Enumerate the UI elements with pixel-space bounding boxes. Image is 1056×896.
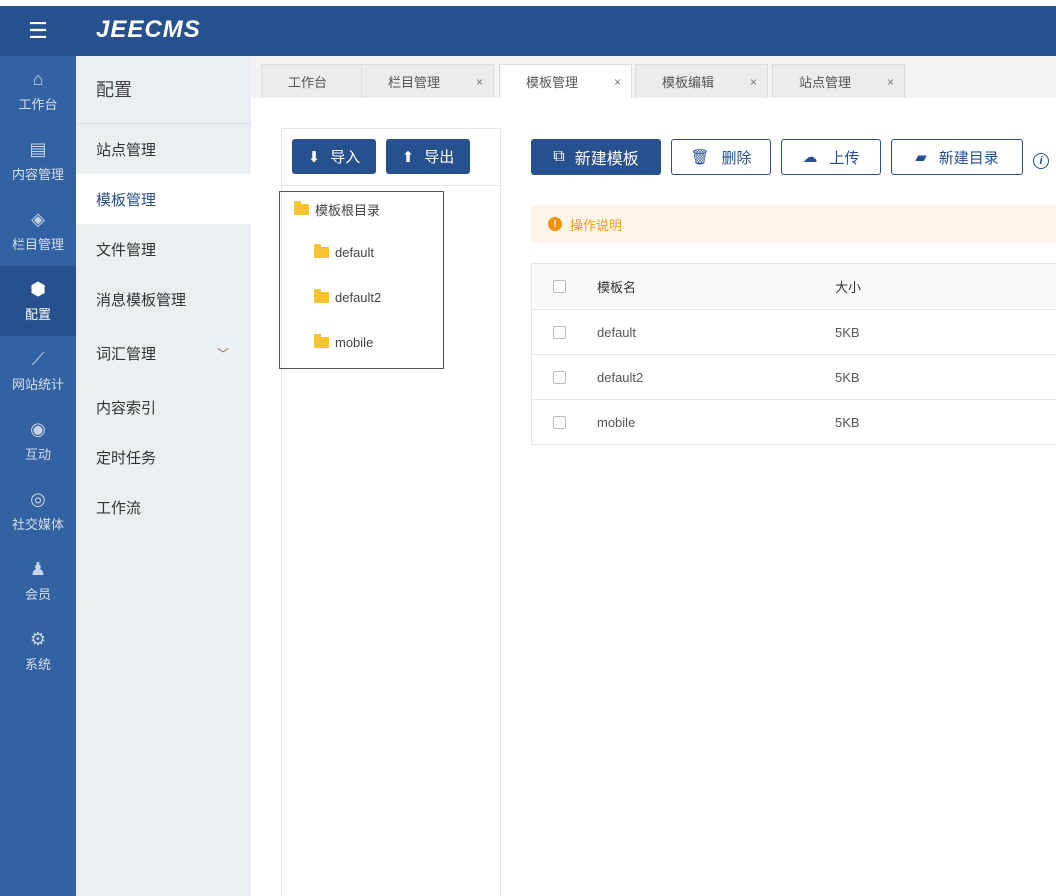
new-directory-button[interactable]: ▰ 新建目录 — [891, 139, 1023, 175]
chevron-down-icon: ﹀ — [216, 346, 229, 361]
select-all-checkbox[interactable] — [553, 280, 566, 293]
folder-icon — [314, 244, 329, 258]
tab[interactable]: 模板编辑 × — [635, 64, 768, 98]
submenu-item[interactable]: 工作流 — [76, 482, 251, 532]
trash-icon: 🗑 — [690, 149, 710, 166]
tree-node-root[interactable]: 模板根目录 — [294, 200, 380, 219]
tree-node[interactable]: default — [314, 244, 374, 260]
sidebar-item[interactable]: ♟ 会员 — [0, 546, 76, 616]
tree-node[interactable]: mobile — [314, 334, 373, 350]
submenu-item[interactable]: 词汇管理 ﹀ — [76, 324, 251, 382]
sidebar-icon: ⬢ — [30, 279, 46, 299]
submenu-item[interactable]: 定时任务 — [76, 432, 251, 482]
tab[interactable]: 站点管理 × — [772, 64, 905, 98]
tab[interactable]: 栏目管理 × — [361, 64, 494, 98]
sidebar-icon: ◉ — [30, 419, 46, 439]
export-button[interactable]: ⬆ 导出 — [386, 139, 470, 174]
operation-notice[interactable]: ! 操作说明 — [531, 205, 1056, 243]
table-row[interactable]: default2 5KB — [532, 354, 1056, 399]
import-icon: ⬇ — [307, 148, 321, 166]
row-checkbox[interactable] — [553, 370, 566, 384]
logo: JEECMS — [96, 16, 201, 43]
table-row[interactable]: default 5KB — [532, 309, 1056, 354]
delete-button[interactable]: 🗑 删除 — [671, 139, 771, 175]
import-button[interactable]: ⬇ 导入 — [292, 139, 376, 174]
sidebar-icon: ⚙ — [29, 629, 47, 649]
submenu-item[interactable]: 站点管理 — [76, 124, 251, 174]
submenu-title: 配置 — [76, 56, 251, 124]
folder-icon — [294, 201, 309, 215]
sidebar-icon: ♟ — [29, 559, 47, 579]
close-icon[interactable]: × — [887, 75, 894, 89]
submenu-item[interactable]: 文件管理 — [76, 224, 251, 274]
export-icon: ⬆ — [401, 148, 415, 166]
sidebar-icon: ◎ — [30, 489, 46, 509]
new-template-button[interactable]: ⧉ 新建模板 — [531, 139, 661, 175]
sidebar-icon: ◈ — [31, 209, 45, 229]
add-copy-icon: ⧉ — [553, 148, 565, 165]
tree-node[interactable]: default2 — [314, 289, 381, 305]
table-row[interactable]: mobile 5KB — [532, 399, 1056, 444]
upload-button[interactable]: ☁ 上传 — [781, 139, 881, 175]
sidebar-icon: ▤ — [29, 139, 47, 159]
table-header: 模板名 大小 — [532, 264, 1056, 309]
info-icon[interactable]: i — [1033, 153, 1049, 169]
submenu: 配置 站点管理 模板管理 文件管理 消息模板管理 词汇管理 ﹀ 内容索引 定时任务 工作流 — [76, 56, 251, 896]
tab[interactable]: 模板管理 × — [499, 64, 632, 98]
hamburger-icon[interactable]: ☰ — [0, 6, 76, 56]
sidebar-item[interactable]: ◉ 互动 — [0, 406, 76, 476]
template-table: 模板名 大小 default 5KB default2 5KB mobile 5KB — [531, 263, 1056, 445]
sidebar-icon: ⟋ — [31, 349, 45, 369]
sidebar-item[interactable]: ◎ 社交媒体 — [0, 476, 76, 546]
row-checkbox[interactable] — [553, 415, 566, 429]
sidebar-item[interactable]: ⬢ 配置 — [0, 266, 76, 336]
sidebar-item[interactable]: ⟋ 网站统计 — [0, 336, 76, 406]
folder-icon — [314, 289, 329, 303]
submenu-item[interactable]: 消息模板管理 — [76, 274, 251, 324]
row-checkbox[interactable] — [553, 325, 566, 339]
sidebar-item[interactable]: ▤ 内容管理 — [0, 126, 76, 196]
close-icon[interactable]: × — [614, 75, 621, 89]
cloud-upload-icon: ☁ — [802, 149, 818, 166]
submenu-item[interactable]: 内容索引 — [76, 382, 251, 432]
column-header-size: 大小 — [835, 280, 862, 295]
folder-icon: ▰ — [915, 149, 927, 166]
sidebar-icon: ⌂ — [32, 69, 44, 89]
submenu-item[interactable]: 模板管理 — [76, 174, 251, 224]
column-header-name: 模板名 — [597, 280, 637, 295]
top-header: ☰ JEECMS — [0, 6, 1056, 56]
sidebar-item[interactable]: ◈ 栏目管理 — [0, 196, 76, 266]
folder-icon — [314, 334, 329, 348]
close-icon[interactable]: × — [476, 75, 483, 89]
tab-bar: 工作台 栏目管理 × 模板管理 × 模板编辑 × 站点管理 × — [251, 56, 1056, 98]
sidebar-item[interactable]: ⚙ 系统 — [0, 616, 76, 686]
warning-icon: ! — [548, 217, 562, 231]
close-icon[interactable]: × — [750, 75, 757, 89]
main-sidebar: ⌂ 工作台 ▤ 内容管理 ◈ 栏目管理 ⬢ 配置 ⟋ 网站统计 ◉ 互动 ◎ 社交媒体 ♟ 会员 ⚙ 系统 — [0, 56, 76, 896]
sidebar-item[interactable]: ⌂ 工作台 — [0, 56, 76, 126]
